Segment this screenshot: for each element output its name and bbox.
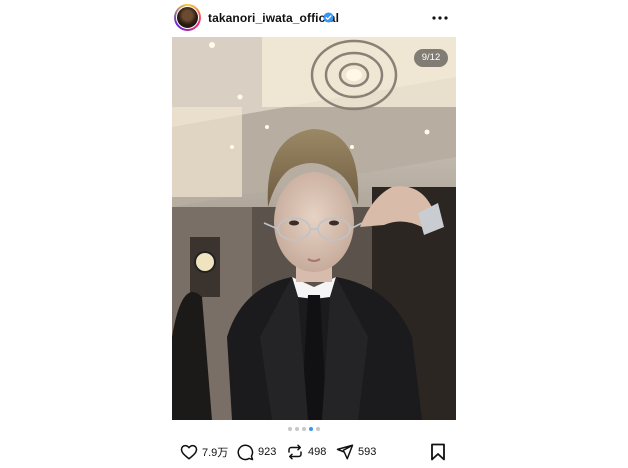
username[interactable]: takanori_iwata_official [208,11,339,25]
repost-icon [288,444,302,460]
share-button[interactable]: 593 [336,442,376,462]
repost-button[interactable]: 498 [286,442,326,462]
more-options-icon[interactable] [430,8,450,28]
likes-count: 7.9万 [202,447,229,459]
image-counter: 9/12 [414,49,448,67]
carousel-dot [295,427,299,431]
carousel-dot [288,427,292,431]
heart-icon [180,444,198,460]
like-button[interactable]: 7.9万 [180,442,228,462]
send-icon [336,444,354,460]
comments-count: 923 [258,446,277,458]
action-bar: 7.9万 923 498 593 [172,440,456,464]
reposts-count: 498 [308,446,327,458]
post-header: takanori_iwata_official [172,4,456,34]
carousel-dot [302,427,306,431]
shares-count: 593 [358,446,377,458]
comment-icon [237,444,254,461]
avatar[interactable] [174,4,201,31]
carousel-indicator [288,426,328,432]
post-image[interactable]: 9/12 [172,37,456,420]
carousel-dot-active [309,427,313,431]
comment-button[interactable]: 923 [236,442,276,462]
post-photo-illustration [172,37,456,420]
verified-badge-icon [323,12,334,23]
bookmark-icon[interactable] [430,443,446,461]
carousel-dot [316,427,320,431]
